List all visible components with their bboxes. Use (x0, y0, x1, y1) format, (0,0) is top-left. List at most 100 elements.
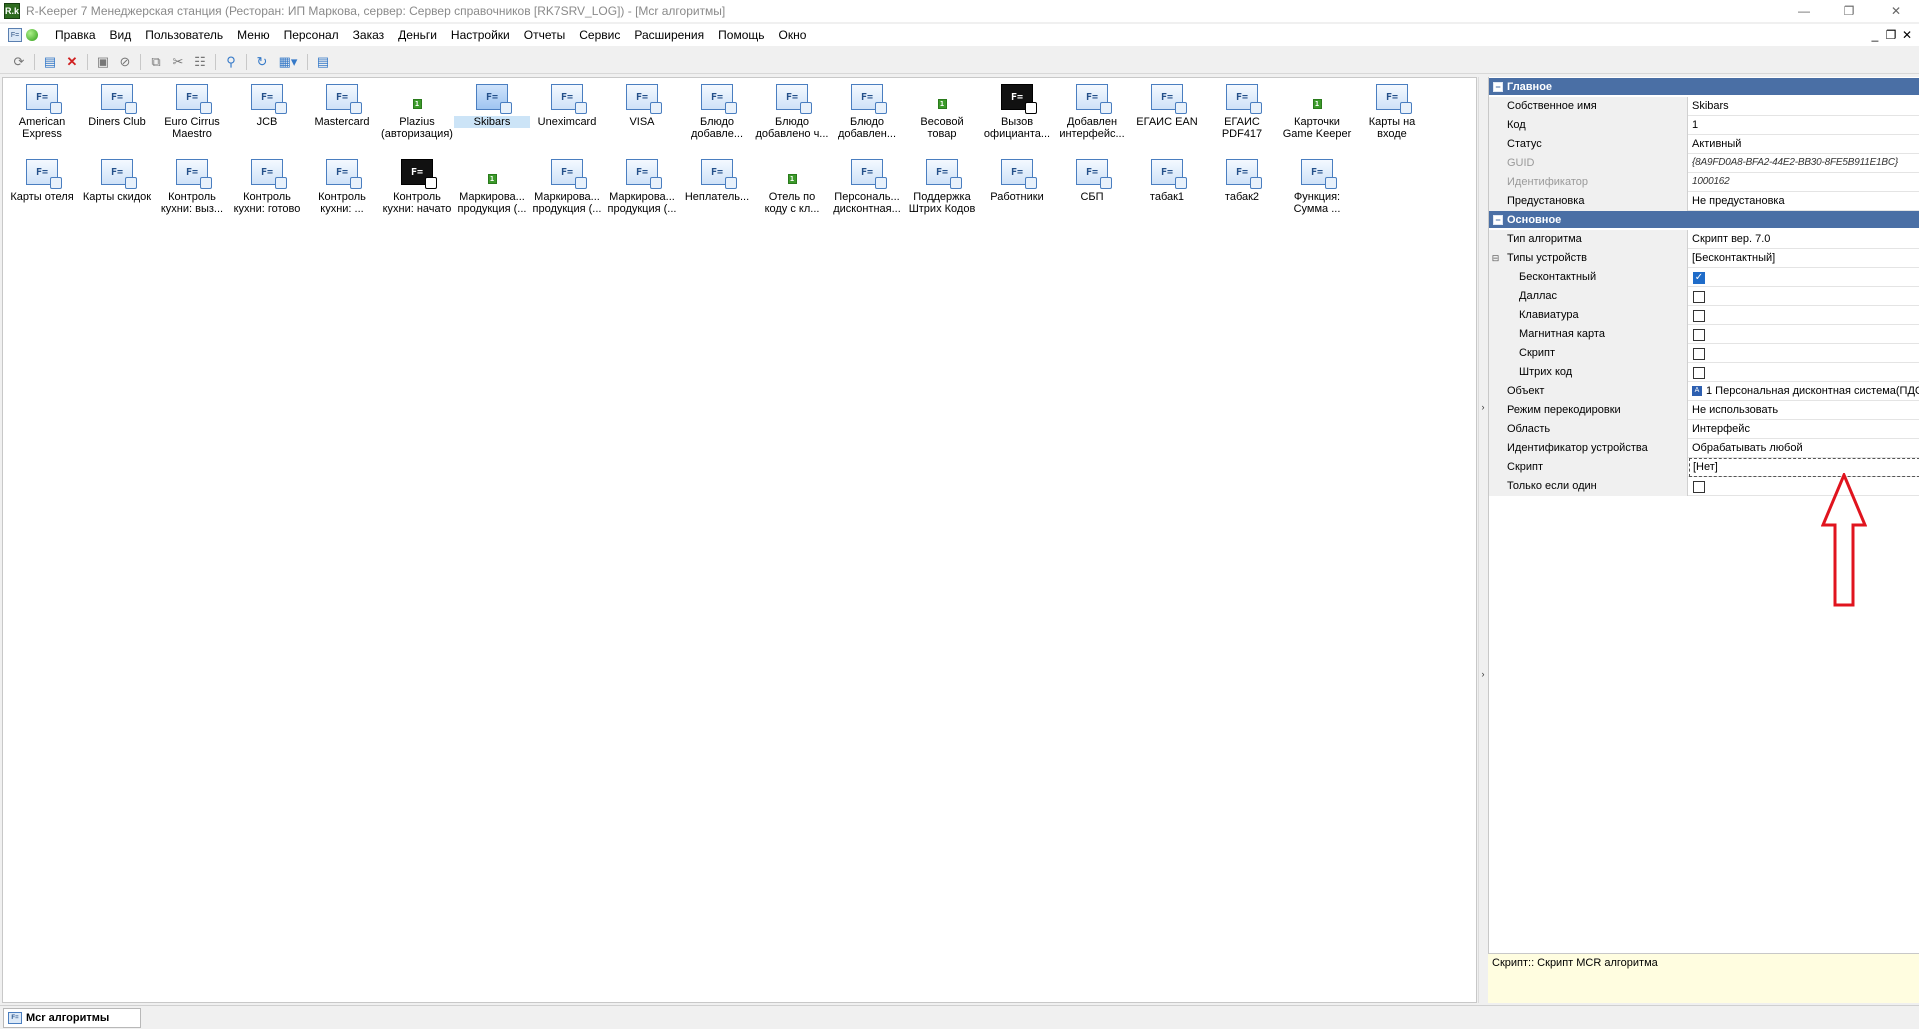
property-value[interactable]: [Бесконтактный] (1689, 249, 1919, 268)
menu-view[interactable]: Вид (103, 28, 139, 42)
algorithm-item[interactable]: F= Контроль кухни: готово (230, 153, 304, 225)
property-checkbox-cell[interactable] (1689, 344, 1919, 363)
menu-help[interactable]: Помощь (711, 28, 771, 42)
algorithm-item[interactable]: F= Маркирова... продукция (... (530, 153, 604, 225)
menu-edit[interactable]: Правка (48, 28, 103, 42)
algorithm-item[interactable]: 1 Маркирова... продукция (... (455, 153, 529, 225)
collapse-icon[interactable]: − (1493, 214, 1503, 225)
delete-icon[interactable]: ✕ (61, 52, 83, 72)
property-checkbox-cell[interactable] (1689, 363, 1919, 382)
algorithm-item[interactable]: F= Блюдо добавле... (680, 78, 754, 150)
property-value[interactable]: Не предустановка (1689, 192, 1919, 211)
property-row[interactable]: Скрипт (1489, 344, 1919, 363)
new-icon[interactable]: ▤ (39, 52, 61, 72)
algorithm-item[interactable]: F= JCB (230, 78, 304, 150)
property-value[interactable]: A 1 Персональная дисконтная система(ПДС) (1689, 382, 1919, 401)
menu-window[interactable]: Окно (772, 28, 814, 42)
menu-reports[interactable]: Отчеты (517, 28, 572, 42)
script-icon[interactable]: ▤ (312, 52, 334, 72)
checkbox[interactable] (1693, 310, 1705, 322)
paste-icon[interactable]: ☷ (189, 52, 211, 72)
property-row[interactable]: Объект A 1 Персональная дисконтная система… (1489, 382, 1919, 401)
algorithm-item[interactable]: F= Блюдо добавлен... (830, 78, 904, 150)
property-row[interactable]: Собственное имя Skibars (1489, 97, 1919, 116)
collapse-icon[interactable]: − (1493, 81, 1503, 92)
algorithm-item[interactable]: F= табак1 (1130, 153, 1204, 225)
checkbox[interactable] (1693, 291, 1705, 303)
property-row[interactable]: Клавиатура (1489, 306, 1919, 325)
tab-mcr-algorithms[interactable]: F= Mcr алгоритмы (3, 1008, 141, 1028)
property-row[interactable]: Штрих код (1489, 363, 1919, 382)
algorithm-item[interactable]: 1 Plazius (авторизация) (380, 78, 454, 150)
close-window-button[interactable]: ✕ (1873, 0, 1919, 22)
view-grid-icon[interactable]: ▦▾ (273, 52, 303, 72)
property-checkbox-cell[interactable] (1689, 477, 1919, 496)
property-row[interactable]: Статус Активный (1489, 135, 1919, 154)
property-value[interactable]: Не использовать (1689, 401, 1919, 420)
algorithm-item[interactable]: F= Работники (980, 153, 1054, 225)
property-row[interactable]: ⊟ Типы устройств [Бесконтактный] (1489, 249, 1919, 268)
property-row[interactable]: Предустановка Не предустановка (1489, 192, 1919, 211)
property-row[interactable]: Магнитная карта (1489, 325, 1919, 344)
algorithm-item[interactable]: F= Персональ... дисконтная... (830, 153, 904, 225)
checkbox[interactable]: ✓ (1693, 272, 1705, 284)
property-row[interactable]: GUID {8A9FD0A8-BFA2-44E2-BB30-8FE5B911E1B… (1489, 154, 1919, 173)
property-value[interactable]: Обрабатывать любой (1689, 439, 1919, 458)
algorithm-item[interactable]: F= СБП (1055, 153, 1129, 225)
algorithm-item[interactable]: F= ЕГАИС EAN (1130, 78, 1204, 150)
algorithm-item[interactable]: F= Mastercard (305, 78, 379, 150)
save-icon[interactable]: ▣ (92, 52, 114, 72)
property-checkbox-cell[interactable] (1689, 287, 1919, 306)
algorithm-item[interactable]: F= Контроль кухни: ... (305, 153, 379, 225)
splitter-arrow-icon[interactable]: › (1479, 402, 1487, 412)
section-main-header[interactable]: − Главное (1489, 78, 1919, 95)
cancel-icon[interactable]: ⊘ (114, 52, 136, 72)
checkbox[interactable] (1693, 329, 1705, 341)
menu-user[interactable]: Пользователь (138, 28, 230, 42)
sync-icon[interactable]: ↻ (251, 52, 273, 72)
section-basic-header[interactable]: − Основное (1489, 211, 1919, 228)
algorithm-item[interactable]: F= Skibars (454, 78, 530, 150)
algorithm-item[interactable]: F= Контроль кухни: выз... (155, 153, 229, 225)
checkbox[interactable] (1693, 348, 1705, 360)
property-row[interactable]: Идентификатор устройства Обрабатывать люб… (1489, 439, 1919, 458)
property-row[interactable]: Область Интерфейс (1489, 420, 1919, 439)
cut-icon[interactable]: ✂ (167, 52, 189, 72)
algorithm-item[interactable]: F= Diners Club (80, 78, 154, 150)
property-value[interactable]: Skibars (1689, 97, 1919, 116)
menu-money[interactable]: Деньги (391, 28, 444, 42)
algorithm-item[interactable]: F= Маркирова... продукция (... (605, 153, 679, 225)
algorithm-item[interactable]: F= Uneximcard (530, 78, 604, 150)
algorithm-item[interactable]: F= Euro Cirrus Maestro (155, 78, 229, 150)
property-value[interactable]: [Нет] (1689, 458, 1919, 477)
pane-splitter[interactable]: › › (1478, 77, 1486, 1003)
mdi-child-icon[interactable]: F= (8, 28, 22, 42)
property-value[interactable]: Интерфейс (1689, 420, 1919, 439)
algorithm-item[interactable]: 1 Карточки Game Keeper (1280, 78, 1354, 150)
refresh-icon[interactable]: ⟳ (8, 52, 30, 72)
property-checkbox-cell[interactable] (1689, 306, 1919, 325)
algorithm-item[interactable]: F= Карты отеля (5, 153, 79, 225)
algorithm-item[interactable]: F= Вызов официанта... (980, 78, 1054, 150)
property-value[interactable]: 1 (1689, 116, 1919, 135)
property-row[interactable]: Бесконтактный ✓ (1489, 268, 1919, 287)
copy-icon[interactable]: ⧉ (145, 52, 167, 72)
property-row[interactable]: Режим перекодировки Не использовать (1489, 401, 1919, 420)
algorithm-item[interactable]: F= Поддержка Штрих Кодов (905, 153, 979, 225)
menu-settings[interactable]: Настройки (444, 28, 517, 42)
restore-window-button[interactable]: ❐ (1826, 0, 1872, 22)
find-icon[interactable]: ⚲ (220, 52, 242, 72)
algorithm-item[interactable]: F= Карты на входе (1355, 78, 1429, 150)
mdi-close-button[interactable]: ✕ (1898, 24, 1916, 46)
algorithm-item[interactable]: F= Функция: Сумма ... (1280, 153, 1354, 225)
checkbox[interactable] (1693, 481, 1705, 493)
algorithm-item[interactable]: F= American Express (5, 78, 79, 150)
property-row[interactable]: Даллас (1489, 287, 1919, 306)
minimize-window-button[interactable]: — (1781, 0, 1827, 22)
expander-icon[interactable]: ⊟ (1489, 249, 1502, 268)
algorithm-item[interactable]: F= Добавлен интерфейс... (1055, 78, 1129, 150)
menu-extensions[interactable]: Расширения (627, 28, 711, 42)
menu-staff[interactable]: Персонал (277, 28, 346, 42)
property-row[interactable]: Тип алгоритма Скрипт вер. 7.0 (1489, 230, 1919, 249)
algorithm-item[interactable]: F= Контроль кухни: начато (380, 153, 454, 225)
